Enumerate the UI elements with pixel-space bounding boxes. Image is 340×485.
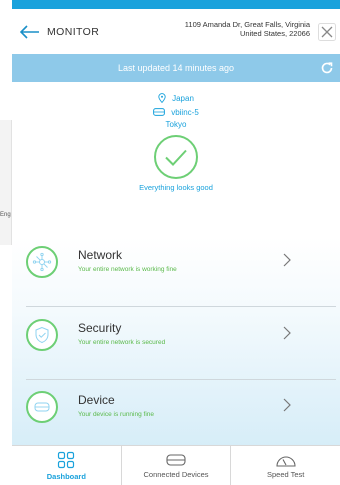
- address-line-1: 1109 Amanda Dr, Great Falls, Virginia: [184, 20, 310, 29]
- device-panel[interactable]: Device Your device is running fine: [12, 385, 340, 445]
- tab-label: Dashboard: [46, 471, 86, 481]
- divider: [26, 306, 336, 307]
- dashboard-grid-icon: [58, 451, 75, 468]
- country-name: Japan: [172, 93, 194, 103]
- back-arrow-icon[interactable]: [20, 21, 42, 43]
- close-icon[interactable]: [318, 23, 336, 41]
- tab-dashboard[interactable]: Dashboard: [12, 446, 122, 485]
- panel-title: Network: [78, 248, 123, 262]
- page-title: MONITOR: [47, 25, 100, 38]
- panel-subtitle: Your entire network is secured: [78, 339, 166, 346]
- network-panel[interactable]: Network Your entire network is working f…: [12, 240, 340, 300]
- status-summary: Japan vbiinc-5 Tokyo Everything looks go…: [12, 82, 340, 220]
- check-circle-icon: [153, 134, 199, 180]
- address-line-2: United States, 22066: [239, 29, 310, 38]
- location-pin-icon: [158, 93, 166, 103]
- chevron-right-icon[interactable]: [282, 325, 292, 341]
- background-window-text: Eng: [0, 212, 11, 218]
- last-updated-text: Last updated 14 minutes ago: [117, 63, 235, 73]
- bottom-tab-bar: Dashboard Connected Devices Speed Test: [12, 445, 340, 485]
- tab-label: Connected Devices: [143, 469, 209, 479]
- device-name: vbiinc-5: [171, 107, 199, 117]
- shield-check-icon: [26, 319, 58, 351]
- tab-connected-devices[interactable]: Connected Devices: [122, 446, 232, 485]
- divider: [26, 379, 336, 380]
- city-name: Tokyo: [165, 120, 187, 129]
- refresh-icon[interactable]: [320, 61, 334, 75]
- tab-label: Speed Test: [266, 469, 305, 479]
- security-panel[interactable]: Security Your entire network is secured: [12, 313, 340, 373]
- router-icon: [153, 108, 166, 116]
- panel-subtitle: Your device is running fine: [78, 411, 155, 418]
- speedometer-icon: [276, 455, 296, 467]
- network-icon: [26, 246, 58, 278]
- panel-subtitle: Your entire network is working fine: [78, 266, 177, 273]
- panel-title: Security: [78, 321, 122, 335]
- router-icon: [26, 391, 58, 423]
- device-row: vbiinc-5: [12, 105, 340, 119]
- status-panels: Network Your entire network is working f…: [12, 237, 340, 447]
- window-top-strip: [12, 0, 340, 9]
- background-window-edge: Eng: [0, 120, 12, 245]
- last-updated-bar: Last updated 14 minutes ago: [12, 54, 340, 82]
- location-address: 1109 Amanda Dr, Great Falls, Virginia Un…: [140, 20, 310, 38]
- status-message: Everything looks good: [139, 183, 213, 192]
- country-row: Japan: [12, 82, 340, 105]
- tab-speed-test[interactable]: Speed Test: [231, 446, 340, 485]
- router-icon: [166, 453, 186, 466]
- chevron-right-icon[interactable]: [282, 397, 292, 413]
- monitor-app: MONITOR 1109 Amanda Dr, Great Falls, Vir…: [12, 9, 340, 485]
- chevron-right-icon[interactable]: [282, 252, 292, 268]
- header: MONITOR 1109 Amanda Dr, Great Falls, Vir…: [12, 9, 340, 54]
- panel-title: Device: [78, 393, 115, 407]
